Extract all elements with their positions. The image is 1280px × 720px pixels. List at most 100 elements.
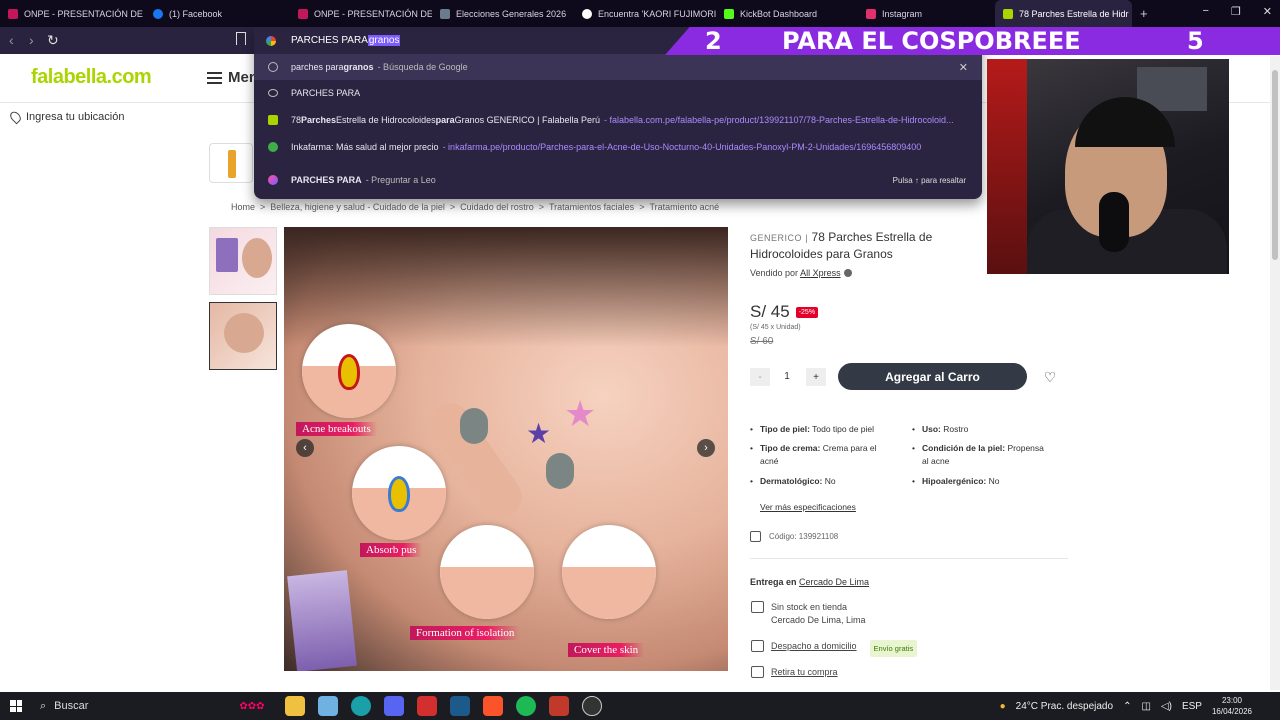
language-indicator[interactable]: ESP [1182, 701, 1202, 712]
spec-use: Uso: Rostro [912, 423, 1052, 436]
weather-text[interactable]: 24°C Prac. despejado [1016, 701, 1113, 712]
seller-link[interactable]: All Xpress [800, 268, 841, 278]
back-icon[interactable]: ‹ [9, 32, 14, 48]
search-icon: ⌕ [40, 699, 47, 712]
pickup-row: Retira tu compra [751, 666, 838, 679]
breadcrumb: Home > Belleza, higiene y salud - Cuidad… [231, 202, 720, 212]
onpe-icon [8, 8, 18, 19]
windows-icon [10, 700, 22, 712]
steam-icon[interactable] [450, 696, 470, 716]
reload-icon[interactable]: ↻ [47, 32, 59, 49]
label-cover-skin: Cover the skin [568, 643, 645, 657]
app-icon[interactable] [318, 696, 338, 716]
remove-suggestion-icon[interactable]: ✕ [959, 61, 968, 74]
taskbar-search[interactable]: ⌕ Buscar [32, 700, 232, 713]
network-icon[interactable]: ◫ [1141, 701, 1150, 712]
tab-facebook[interactable]: (1) Facebook [145, 0, 290, 27]
star-patch-pink: ★ [564, 393, 597, 434]
fingernail [546, 453, 574, 489]
box-icon [751, 666, 764, 678]
heart-icon[interactable]: ♡ [1041, 368, 1059, 386]
gallery-thumbnail-2[interactable] [209, 302, 277, 370]
tiktok-icon [582, 8, 592, 19]
spotify-icon[interactable] [516, 696, 536, 716]
qty-value[interactable]: 1 [780, 371, 794, 382]
banner-left-number: 2 [705, 27, 722, 55]
system-tray: ● 24°C Prac. despejado ⌃ ◫ ◁) ESP 23:00 1… [1000, 692, 1280, 720]
close-window-icon[interactable]: ✕ [1263, 5, 1272, 18]
home-delivery-row: Despacho a domicilio Envío gratis [751, 640, 918, 657]
suggestion-falabella[interactable]: 78 Parches Estrella de Hidrocoloides par… [254, 107, 982, 133]
suggestion-search-term[interactable]: PARCHES PARA [254, 80, 982, 106]
gallery-thumbnail-1[interactable] [209, 227, 277, 295]
tab-elecciones[interactable]: Elecciones Generales 2026 [432, 0, 574, 27]
spec-skin-condition: Condición de la piel: Propensa al acne [912, 442, 1052, 468]
file-explorer-icon[interactable] [285, 696, 305, 716]
suggestion-ask-leo[interactable]: PARCHES PARA - Preguntar a Leo [254, 167, 982, 193]
info-icon[interactable] [843, 269, 852, 277]
next-image-button[interactable]: › [697, 439, 715, 457]
tab-onpe-1[interactable]: ONPE - PRESENTACIÓN DE RES [0, 0, 145, 27]
bookmark-icon[interactable] [236, 32, 246, 45]
qty-increase-button[interactable]: + [806, 368, 826, 386]
unit-price: (S/ 45 x Unidad) [750, 324, 801, 331]
more-specs-link[interactable]: Ver más especificaciones [760, 502, 856, 512]
diagram-circle-3 [440, 525, 534, 619]
breadcrumb-tratamientos[interactable]: Tratamientos faciales [549, 202, 634, 212]
spec-skin-type: Tipo de piel: Todo tipo de piel [750, 423, 890, 436]
tulips-widget-icon[interactable]: ✿✿✿ [232, 696, 272, 716]
breadcrumb-cuidado-rostro[interactable]: Cuidado del rostro [460, 202, 534, 212]
search-icon [268, 89, 278, 97]
start-button[interactable] [0, 700, 32, 712]
minimize-icon[interactable]: − [1202, 5, 1208, 18]
maximize-icon[interactable]: ❐ [1231, 5, 1241, 18]
falabella-logo[interactable]: falabella.com [31, 66, 152, 89]
recommendation-thumbnail[interactable] [209, 143, 253, 183]
fingernail [460, 408, 488, 444]
seller-info: Vendido por All Xpress [750, 268, 852, 278]
brave-icon[interactable] [483, 696, 503, 716]
weather-icon[interactable]: ● [1000, 701, 1006, 712]
label-formation-isolation: Formation of isolation [410, 626, 521, 640]
prev-image-button[interactable]: ‹ [296, 439, 314, 457]
home-delivery-link[interactable]: Despacho a domicilio [771, 640, 857, 657]
browser-active-icon[interactable] [549, 696, 569, 716]
tray-chevron-icon[interactable]: ⌃ [1123, 701, 1131, 712]
elecciones-icon [440, 8, 450, 19]
add-to-cart-button[interactable]: Agregar al Carro [838, 363, 1027, 390]
recorder-icon[interactable] [417, 696, 437, 716]
tab-tiktok[interactable]: Encuentra 'KAORI FUJIMORI' e [574, 0, 716, 27]
kickbot-icon [724, 8, 734, 19]
tab-kickbot[interactable]: KickBot Dashboard [716, 0, 858, 27]
section-divider [750, 558, 1068, 559]
qty-decrease-button[interactable]: - [750, 368, 770, 386]
clock[interactable]: 23:00 16/04/2026 [1212, 695, 1252, 717]
pickup-link[interactable]: Retira tu compra [771, 666, 838, 679]
keyboard-hint: Pulsa ↑ para resaltar [892, 176, 966, 185]
volume-icon[interactable]: ◁) [1161, 701, 1172, 712]
page-scrollbar[interactable] [1270, 56, 1280, 690]
breadcrumb-belleza[interactable]: Belleza, higiene y salud - Cuidado de la… [270, 202, 445, 212]
obs-icon[interactable] [582, 696, 602, 716]
product-brand[interactable]: GENERICO [750, 233, 802, 243]
breadcrumb-acne[interactable]: Tratamiento acné [649, 202, 719, 212]
location-pin-icon [8, 109, 23, 125]
forward-icon[interactable]: › [29, 32, 34, 48]
discord-icon[interactable] [384, 696, 404, 716]
product-title: GENERICO | 78 Parches Estrella de Hidroc… [750, 230, 933, 261]
edge-icon[interactable] [351, 696, 371, 716]
location-selector[interactable]: Ingresa tu ubicación [8, 109, 124, 125]
google-icon [266, 35, 276, 46]
new-tab-button[interactable]: + [1132, 6, 1156, 21]
label-absorb-pus: Absorb pus [360, 543, 423, 557]
tab-strip: ONPE - PRESENTACIÓN DE RES (1) Facebook … [0, 0, 1280, 27]
tab-instagram[interactable]: Instagram [858, 0, 995, 27]
suggestion-inkafarma[interactable]: Inkafarma: Más salud al mejor precio - in… [254, 134, 982, 160]
tab-onpe-2[interactable]: ONPE - PRESENTACIÓN DE RES [290, 0, 432, 27]
breadcrumb-home[interactable]: Home [231, 202, 255, 212]
delivery-location-link[interactable]: Cercado De Lima [799, 577, 869, 587]
suggestion-google-search[interactable]: parches para granos - Búsqueda de Google [254, 54, 982, 80]
webcam-overlay [987, 59, 1229, 274]
product-code: Código: 139921108 [750, 531, 838, 542]
tab-falabella-active[interactable]: 78 Parches Estrella de Hidr✕ [995, 0, 1132, 27]
